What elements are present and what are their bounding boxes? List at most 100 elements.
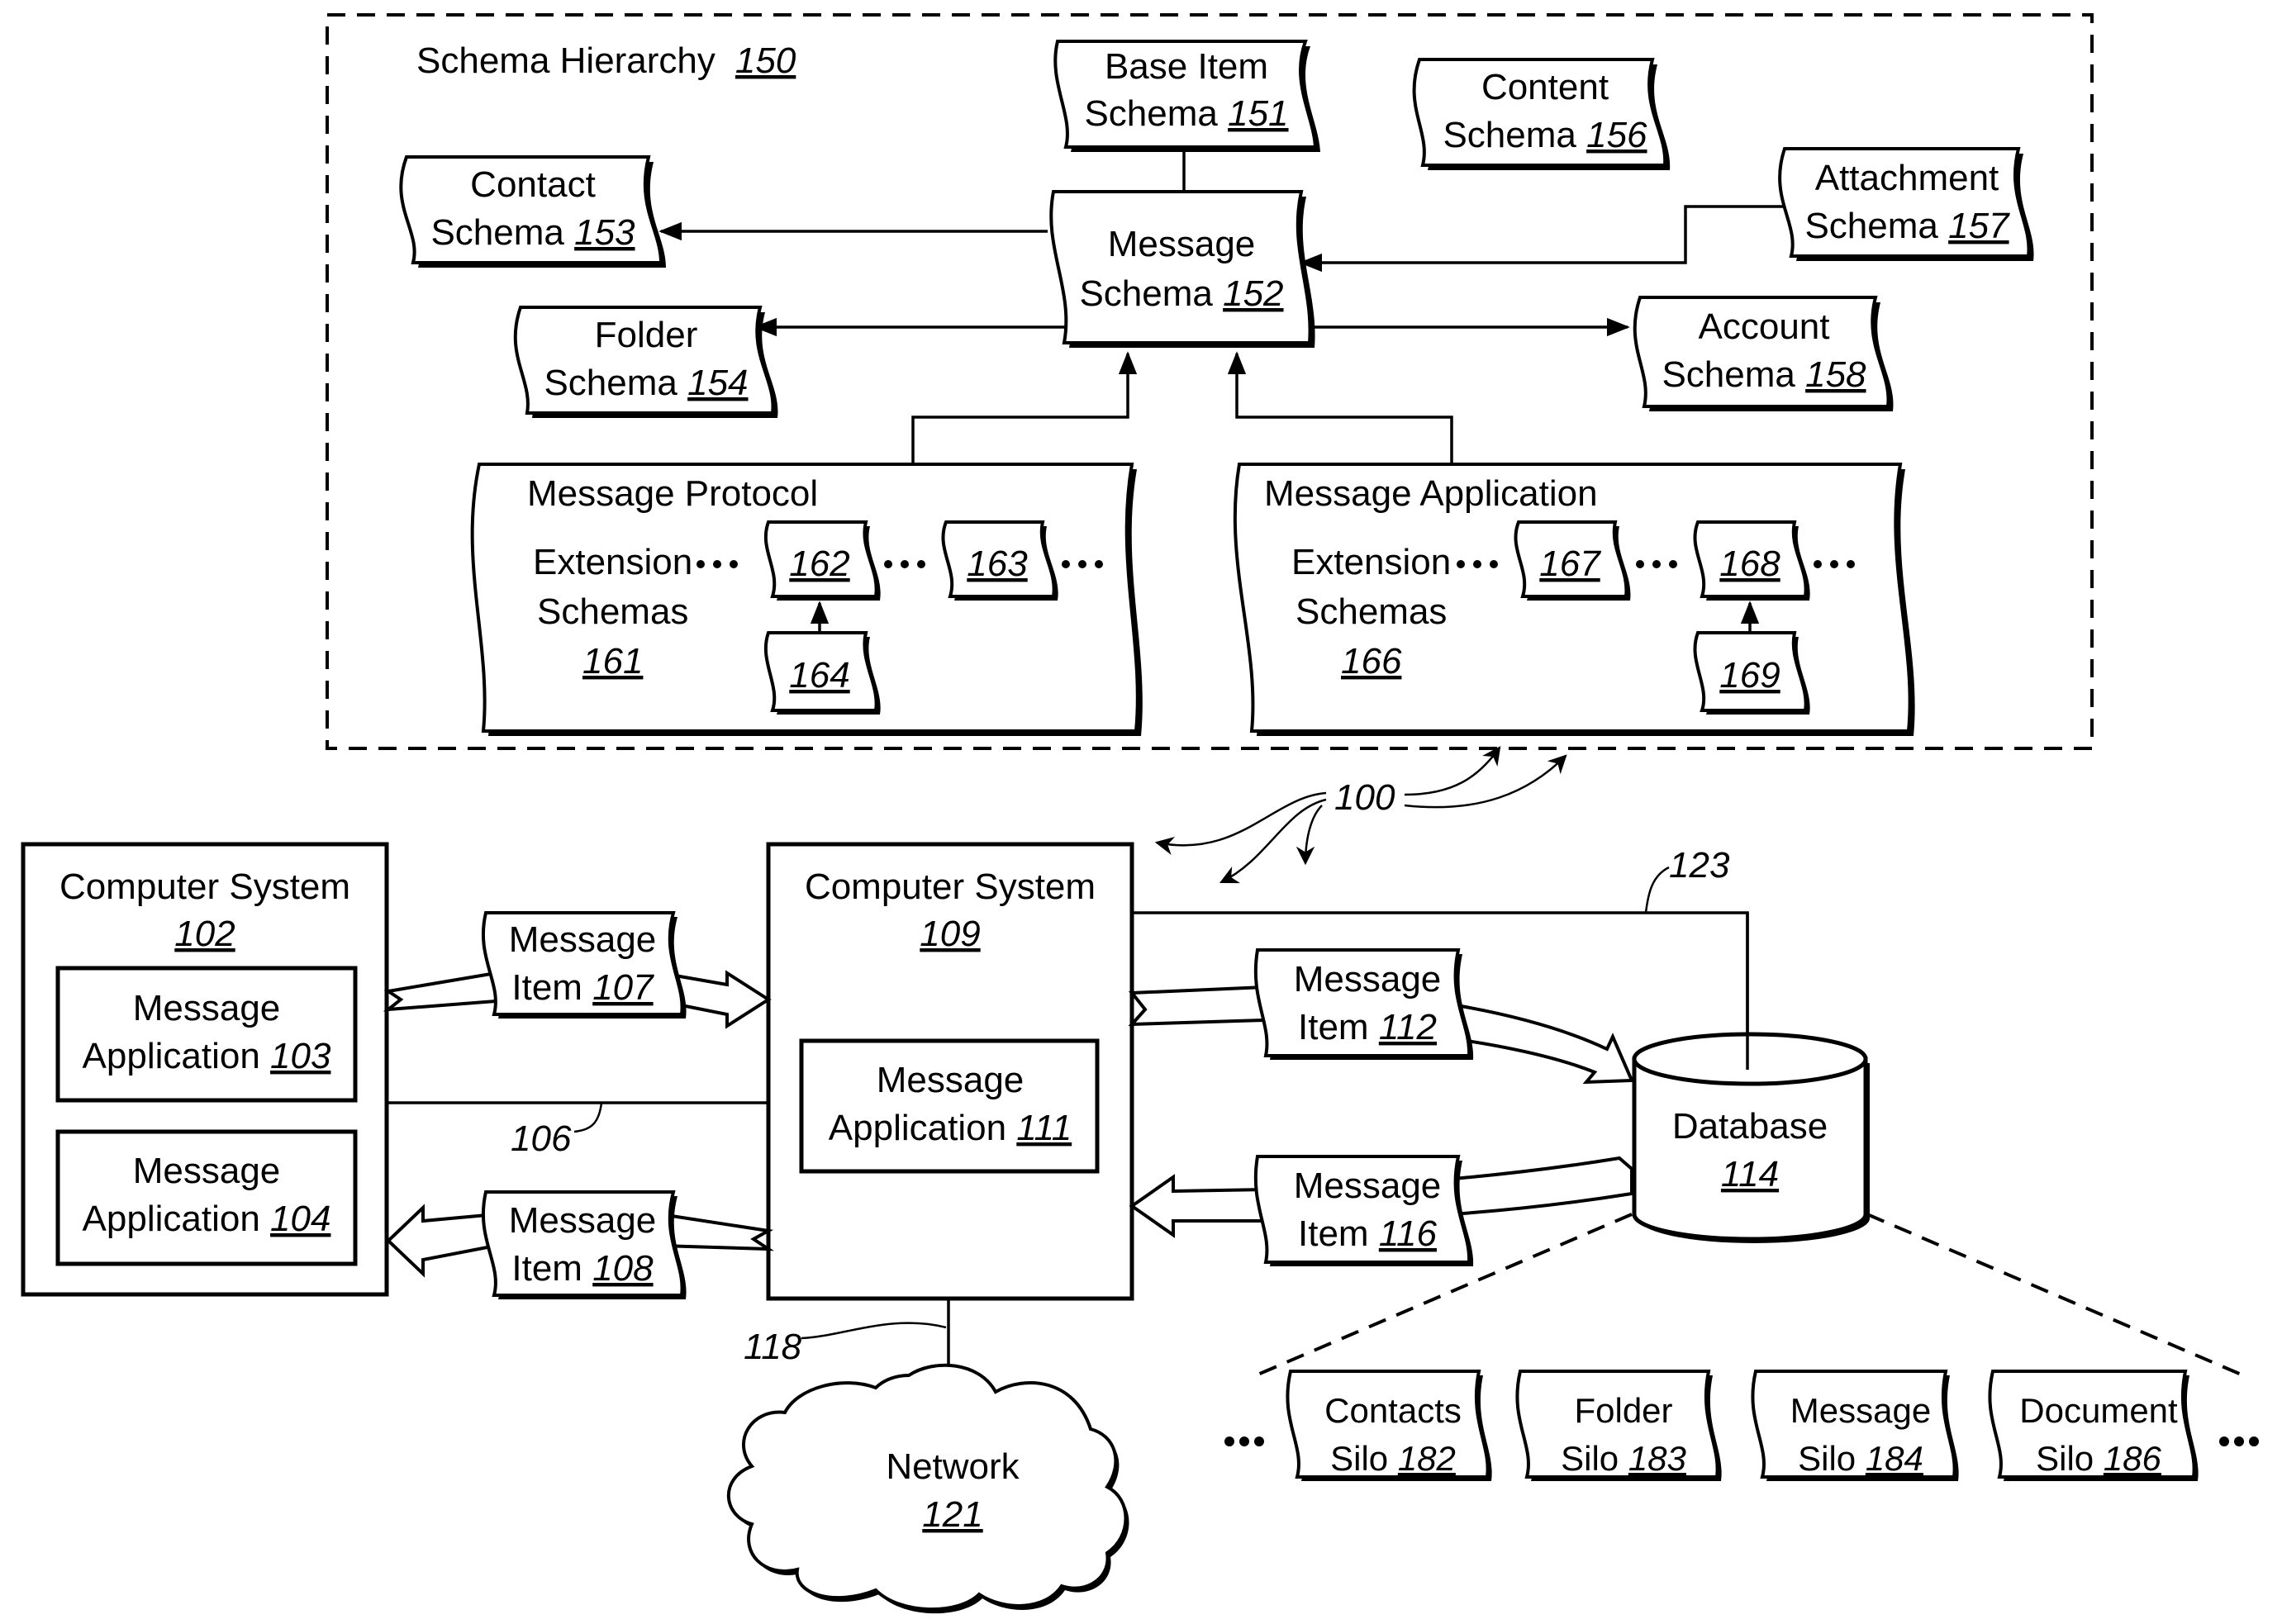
attachment-to-message-arrow: [1299, 205, 1785, 273]
app-103-label: Message: [133, 988, 281, 1028]
silo-186-ref-line: Silo 186: [2036, 1439, 2161, 1478]
item-116-label: Message: [1294, 1166, 1442, 1206]
application-to-message-arrow: [1227, 351, 1453, 463]
link-106-label: 106: [511, 1118, 572, 1159]
extension-schema-168-ref: 168: [1719, 544, 1780, 584]
item-116-ref-line: Item 116: [1298, 1213, 1437, 1254]
app-111-label: Message: [877, 1060, 1025, 1100]
message-schema[interactable]: Message Schema 152: [1049, 190, 1315, 348]
silo-184-label: Message: [1790, 1391, 1931, 1430]
link-106-leader: [573, 1102, 603, 1133]
account-schema-ref-line: Schema 158: [1662, 354, 1866, 395]
silo-183-ref-line: Silo 183: [1561, 1439, 1686, 1478]
computer-system-102-ref: 102: [174, 914, 235, 954]
item-108-label: Message: [509, 1200, 657, 1241]
contact-schema-label: Contact: [470, 164, 596, 205]
link-118-leader: [801, 1322, 947, 1340]
protocol-group-line2: Schemas: [537, 591, 688, 632]
computer-system-102[interactable]: Computer System 102 Message Application …: [21, 842, 389, 1297]
account-schema-label: Account: [1699, 306, 1830, 347]
message-schema-ref-line: Schema 152: [1079, 273, 1283, 314]
extension-schema-168[interactable]: 168: [1693, 520, 1810, 601]
extension-schema-164[interactable]: 164: [763, 631, 881, 715]
extension-schema-162-ref: 162: [789, 544, 849, 584]
content-schema-label: Content: [1481, 67, 1609, 107]
item-112-label: Message: [1294, 959, 1442, 1000]
message-application-104[interactable]: Message Application 104: [55, 1129, 358, 1266]
extension-schema-169-ref: 169: [1719, 655, 1780, 696]
network-ref: 121: [922, 1494, 982, 1535]
silo-184-ref-line: Silo 184: [1798, 1439, 1923, 1478]
protocol-to-message-arrow: [911, 351, 1138, 463]
figure-reference-100: 100: [1334, 777, 1395, 818]
item-107-ref-line: Item 107: [511, 967, 654, 1008]
computer-system-109[interactable]: Computer System 109 Message Application …: [766, 842, 1134, 1301]
document-silo-186[interactable]: Document Silo 186: [1988, 1370, 2199, 1481]
extension-schema-162[interactable]: 162: [763, 520, 881, 601]
content-schema[interactable]: Content Schema 156: [1412, 58, 1671, 170]
base-item-schema[interactable]: Base Item Schema 151: [1053, 40, 1320, 152]
extension-schema-169[interactable]: 169: [1693, 631, 1810, 715]
protocol-group-ref: 161: [582, 641, 643, 681]
link-123-leader: [1644, 866, 1670, 914]
silo-186-label: Document: [2019, 1391, 2178, 1430]
message-item-112[interactable]: Message Item 112: [1253, 948, 1474, 1060]
application-group-line1: Extension: [1291, 542, 1451, 582]
account-schema[interactable]: Account Schema 158: [1633, 296, 1894, 411]
content-schema-ref-line: Schema 156: [1443, 115, 1647, 155]
item-107-label: Message: [509, 919, 657, 960]
computer-system-109-title: Computer System: [805, 867, 1096, 907]
message-silo-184[interactable]: Message Silo 184: [1751, 1370, 1959, 1481]
message-application-103[interactable]: Message Application 103: [55, 966, 358, 1103]
message-item-107[interactable]: Message Item 107: [481, 911, 687, 1019]
message-application-extension-schemas[interactable]: Message Application Extension Schemas 16…: [1233, 463, 1915, 736]
message-protocol-extension-schemas[interactable]: Message Protocol Extension Schemas 161 1…: [470, 463, 1143, 736]
link-118-label: 118: [744, 1327, 802, 1367]
extension-schema-163[interactable]: 163: [941, 520, 1058, 601]
app-103-ref-line: Application 103: [83, 1036, 331, 1076]
contact-schema[interactable]: Contact Schema 153: [399, 155, 666, 268]
silo-182-ref-line: Silo 182: [1330, 1439, 1456, 1478]
application-group-line2: Schemas: [1296, 591, 1447, 632]
message-application-111[interactable]: Message Application 111: [799, 1038, 1100, 1174]
item-108-ref-line: Item 108: [511, 1248, 654, 1289]
app-104-label: Message: [133, 1151, 281, 1191]
protocol-group-line1: Extension: [533, 542, 692, 582]
database-expansion-right: [1866, 1213, 2244, 1377]
link-123-label: 123: [1669, 845, 1730, 886]
attachment-schema-label: Attachment: [1815, 158, 1999, 198]
folder-silo-183[interactable]: Folder Silo 183: [1515, 1370, 1722, 1481]
application-group-title: Message Application: [1264, 473, 1598, 514]
base-item-schema-label: Base Item: [1105, 46, 1268, 87]
app-111-ref-line: Application 111: [829, 1108, 1072, 1148]
message-item-116[interactable]: Message Item 116: [1253, 1155, 1474, 1266]
database-title: Database: [1672, 1106, 1828, 1147]
app-104-ref-line: Application 104: [83, 1199, 331, 1239]
extension-schema-163-ref: 163: [967, 544, 1028, 584]
folder-schema-label: Folder: [595, 315, 698, 355]
extension-schema-167-ref: 167: [1539, 544, 1601, 584]
item-112-ref-line: Item 112: [1298, 1007, 1437, 1047]
diagram-canvas: Schema Hierarchy 150 Base Item Schema 151…: [21, 13, 2259, 1614]
database-ref: 114: [1721, 1154, 1779, 1194]
network-title: Network: [886, 1446, 1020, 1487]
silo-183-label: Folder: [1574, 1391, 1672, 1430]
message-item-108[interactable]: Message Item 108: [481, 1190, 687, 1299]
silo-182-label: Contacts: [1324, 1391, 1462, 1430]
schema-hierarchy-title: Schema Hierarchy 150: [416, 40, 796, 81]
extension-schema-167[interactable]: 167: [1514, 520, 1631, 601]
computer-system-109-ref: 109: [920, 914, 980, 954]
contacts-silo-182[interactable]: Contacts Silo 182: [1286, 1370, 1492, 1481]
network-121-cloud[interactable]: Network 121: [726, 1363, 1129, 1614]
base-item-schema-ref-line: Schema 151: [1084, 93, 1288, 134]
message-schema-label: Message: [1108, 224, 1256, 264]
computer-system-102-title: Computer System: [59, 867, 350, 907]
attachment-schema-ref-line: Schema 157: [1804, 206, 2010, 246]
contact-schema-ref-line: Schema 153: [430, 212, 635, 253]
extension-schema-164-ref: 164: [789, 655, 849, 696]
folder-schema[interactable]: Folder Schema 154: [513, 306, 778, 418]
attachment-schema[interactable]: Attachment Schema 157: [1778, 147, 2034, 261]
database-114[interactable]: Database 114: [1632, 913, 1870, 1243]
application-group-ref: 166: [1341, 641, 1402, 681]
protocol-group-title: Message Protocol: [527, 473, 818, 514]
